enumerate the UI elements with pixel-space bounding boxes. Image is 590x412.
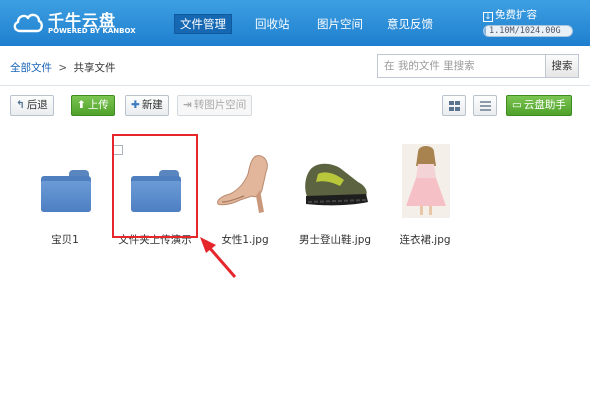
- breadcrumb: 全部文件 > 共享文件: [10, 60, 116, 75]
- list-view-icon: [480, 101, 491, 111]
- transfer-icon: ⇥: [183, 99, 192, 111]
- list-view-button[interactable]: [473, 95, 497, 116]
- new-folder-button[interactable]: ✚ 新建: [125, 95, 169, 116]
- folder-icon: [41, 170, 91, 212]
- grid-view-icon: [449, 101, 460, 111]
- brand-logo[interactable]: 千牛云盘 POWERED BY KANBOX: [12, 5, 136, 41]
- cloud-assistant-button[interactable]: ▭ 云盘助手: [506, 95, 572, 116]
- back-button-label: 后退: [26, 99, 48, 111]
- hiking-shoe-thumbnail: [305, 163, 368, 206]
- file-item-image[interactable]: 连衣裙.jpg: [380, 142, 470, 246]
- breadcrumb-bar: 全部文件 > 共享文件 搜索: [0, 46, 590, 86]
- dress-thumbnail: [402, 144, 450, 218]
- file-name: 男士登山鞋.jpg: [298, 234, 372, 246]
- grid-view-button[interactable]: [442, 95, 466, 116]
- upload-button-label: 上传: [87, 99, 109, 111]
- file-grid: 宝贝1 文件夹上传演示 女性1.jpg 男士登山鞋.jpg 连衣裙.jpg: [0, 122, 590, 412]
- breadcrumb-separator: >: [58, 62, 68, 74]
- upload-arrow-icon: ⬆: [77, 99, 86, 111]
- free-expand-link[interactable]: ↓ 免费扩容: [483, 7, 537, 22]
- search-button[interactable]: 搜索: [545, 54, 579, 78]
- nav-image-space[interactable]: 图片空间: [317, 14, 363, 34]
- download-icon: ↓: [483, 12, 493, 22]
- file-name: 连衣裙.jpg: [399, 234, 451, 246]
- back-arrow-icon: ↰: [16, 99, 25, 111]
- toolbar: ↰ 后退 ⬆ 上传 ✚ 新建 ⇥ 转图片空间 ▭ 云盘助手: [0, 86, 590, 122]
- breadcrumb-root[interactable]: 全部文件: [10, 62, 52, 74]
- file-name: 宝贝1: [51, 234, 79, 246]
- quota-text: 1.10M/1024.00G: [489, 26, 561, 36]
- file-item-image[interactable]: 男士登山鞋.jpg: [290, 142, 380, 246]
- nav-feedback[interactable]: 意见反馈: [387, 14, 433, 34]
- file-item-folder[interactable]: 宝贝1: [20, 142, 110, 246]
- free-expand-label: 免费扩容: [495, 9, 537, 21]
- file-item-image[interactable]: 女性1.jpg: [200, 142, 290, 246]
- nav-recycle-bin[interactable]: 回收站: [255, 14, 290, 34]
- cloud-logo-icon: [13, 13, 43, 33]
- monitor-icon: ▭: [512, 99, 522, 111]
- high-heel-shoe-thumbnail: [217, 155, 268, 213]
- to-image-space-label: 转图片空间: [193, 99, 247, 111]
- quota-fill: [484, 26, 486, 36]
- to-image-space-button[interactable]: ⇥ 转图片空间: [177, 95, 253, 116]
- plus-icon: ✚: [131, 99, 140, 111]
- breadcrumb-current: 共享文件: [73, 62, 116, 74]
- top-header: 千牛云盘 POWERED BY KANBOX 文件管理 回收站 图片空间 意见反…: [0, 0, 590, 46]
- back-button[interactable]: ↰ 后退: [10, 95, 54, 116]
- nav-file-manager[interactable]: 文件管理: [174, 14, 232, 34]
- new-button-label: 新建: [141, 99, 163, 111]
- storage-quota-bar: 1.10M/1024.00G: [483, 25, 573, 37]
- cloud-assistant-label: 云盘助手: [523, 99, 566, 111]
- file-name: 女性1.jpg: [221, 234, 269, 246]
- search-input[interactable]: [377, 54, 547, 78]
- selection-highlight-box: [112, 134, 198, 238]
- brand-subtitle: POWERED BY KANBOX: [48, 27, 136, 35]
- upload-button[interactable]: ⬆ 上传: [71, 95, 115, 116]
